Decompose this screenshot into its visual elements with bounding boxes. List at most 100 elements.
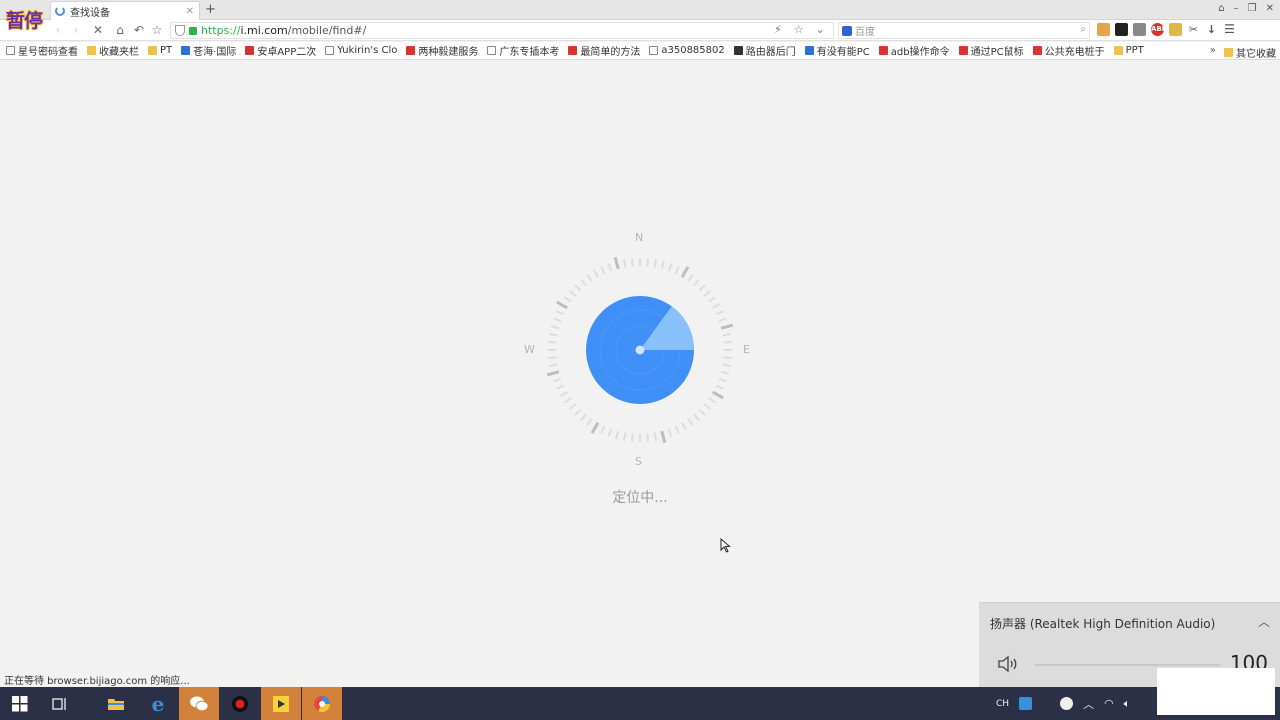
bookmark-item[interactable]: 两种毅建服务 <box>406 43 478 58</box>
dropdown-chevron-icon[interactable]: ⌄ <box>816 23 825 36</box>
lightning-icon[interactable]: ⚡ <box>774 23 782 36</box>
compass-tick <box>580 413 587 422</box>
locating-status: 定位中... <box>612 490 668 506</box>
bookmark-item[interactable]: PPT <box>1113 45 1144 56</box>
file-explorer-button[interactable] <box>96 687 136 720</box>
bookmark-item[interactable]: 苍海·国际 <box>181 43 236 58</box>
page-icon <box>649 46 659 55</box>
skin-icon[interactable]: ⌂ <box>1218 3 1224 14</box>
chevron-up-icon[interactable]: ︿ <box>1083 696 1094 712</box>
browser-app-button[interactable] <box>302 687 342 720</box>
bookmark-item[interactable]: 收藏夹栏 <box>87 43 139 58</box>
bookmark-item[interactable]: 最简单的方法 <box>568 43 640 58</box>
bookmark-item[interactable]: adb操作命令 <box>878 43 950 58</box>
menu-icon[interactable]: ☰ <box>1223 23 1236 36</box>
adblock-icon[interactable]: ABP <box>1151 23 1167 36</box>
bookmark-item[interactable]: 星号密码查看 <box>6 43 78 58</box>
bookmark-star-icon[interactable]: ☆ <box>794 23 804 36</box>
compass-east-label: E <box>743 343 750 356</box>
stop-loading-button[interactable]: ✕ <box>90 23 106 37</box>
edge-browser-button[interactable]: e <box>138 687 178 720</box>
bookmark-item[interactable]: 广东专插本考 <box>487 43 559 58</box>
url-protocol: https:// <box>201 24 241 37</box>
qq-icon[interactable] <box>1019 697 1033 710</box>
extension-cat-icon[interactable] <box>1169 23 1182 36</box>
search-icon[interactable]: ⌕ <box>1080 24 1086 35</box>
extension-dark-icon[interactable] <box>1115 23 1128 36</box>
compass-tick <box>586 274 593 282</box>
compass-tick <box>613 256 620 270</box>
volume-slider-fill <box>1035 664 1220 666</box>
compass-tick <box>687 418 694 426</box>
bookmark-item[interactable]: Yukirin's Clo <box>325 45 397 56</box>
compass-tick <box>559 391 568 397</box>
ime-indicator[interactable]: CH <box>996 699 1009 709</box>
compass-tick <box>715 310 724 316</box>
bookmark-item[interactable]: 公共充电桩于 <box>1032 43 1105 58</box>
compass-tick <box>674 425 680 434</box>
compass-west-label: W <box>524 343 535 356</box>
windows-logo-icon <box>12 695 28 711</box>
other-bookmarks-folder[interactable]: 其它收藏 <box>1224 45 1276 60</box>
bookmark-item[interactable]: a350885802 <box>649 45 725 56</box>
apps-grid-icon[interactable] <box>1097 23 1110 36</box>
search-box[interactable]: 百度 ⌕ <box>838 22 1090 39</box>
speaker-icon[interactable] <box>997 655 1019 673</box>
tab-find-device[interactable]: 查找设备 ✕ <box>50 1 200 20</box>
compass-tick <box>580 278 587 287</box>
volume-tray-icon[interactable]: 🔈︎ <box>1124 697 1131 711</box>
start-button[interactable] <box>0 687 40 720</box>
compass-tick <box>693 278 700 287</box>
back-button[interactable]: ‹ <box>50 23 66 37</box>
bookmarks-overflow-button[interactable]: » <box>1210 45 1216 56</box>
minimize-button[interactable]: – <box>1234 3 1239 14</box>
app-tray-icon[interactable] <box>1060 697 1074 710</box>
compass-tick <box>703 290 712 297</box>
favorite-star-button[interactable]: ☆ <box>149 23 165 37</box>
task-view-icon <box>52 697 66 710</box>
site-icon <box>406 46 416 55</box>
slideshow-app-button[interactable] <box>261 687 301 720</box>
compass-tick <box>674 266 680 275</box>
compass-tick <box>574 408 582 416</box>
wechat-button[interactable] <box>179 687 219 720</box>
home-button[interactable]: ⌂ <box>112 23 128 37</box>
compass-tick <box>548 356 557 360</box>
site-icon <box>1032 46 1042 55</box>
wechat-icon <box>190 696 209 711</box>
close-window-button[interactable]: ✕ <box>1266 3 1274 14</box>
compass-tick <box>681 422 687 431</box>
folder-icon <box>87 46 96 55</box>
folder-icon <box>1224 48 1233 57</box>
network-icon[interactable]: ◠ <box>1104 697 1114 710</box>
task-view-button[interactable] <box>40 687 80 720</box>
occluding-white-box <box>1157 668 1275 715</box>
bookmark-item[interactable]: PT <box>148 45 172 56</box>
chevron-up-icon[interactable]: ︿ <box>1258 613 1270 630</box>
compass-tick <box>720 370 730 375</box>
new-tab-button[interactable]: + <box>205 2 216 17</box>
forward-button[interactable]: › <box>68 23 84 37</box>
bookmark-item[interactable]: 路由器后门 <box>733 43 796 58</box>
scissors-icon[interactable]: ✂ <box>1187 23 1200 36</box>
compass-tick <box>720 323 734 330</box>
folder-icon <box>148 46 157 55</box>
volume-slider[interactable] <box>1035 664 1220 666</box>
compass-tick <box>564 296 572 303</box>
tab-close-icon[interactable]: ✕ <box>186 6 194 17</box>
mouse-cursor-icon <box>720 538 731 553</box>
compass-tick <box>593 269 599 278</box>
bookmark-item[interactable]: 有没有能PC <box>804 43 870 58</box>
download-arrow-icon[interactable]: ↓ <box>1205 23 1218 36</box>
download-manager-icon[interactable] <box>1133 23 1146 36</box>
screen-recorder-button[interactable] <box>220 687 260 720</box>
maximize-button[interactable]: ❐ <box>1248 3 1257 14</box>
site-icon <box>804 46 814 55</box>
browser-logo-icon <box>314 695 331 712</box>
bookmark-item[interactable]: 通过PC鼠标 <box>958 43 1024 58</box>
bookmark-item[interactable]: 安卓APP二次 <box>245 43 316 58</box>
address-bar[interactable]: https://i.mi.com/mobile/find#/ <box>170 22 834 39</box>
undo-close-button[interactable]: ↶ <box>131 23 147 37</box>
compass-tick <box>623 259 627 268</box>
audio-device-name[interactable]: 扬声器 (Realtek High Definition Audio) <box>990 615 1215 632</box>
